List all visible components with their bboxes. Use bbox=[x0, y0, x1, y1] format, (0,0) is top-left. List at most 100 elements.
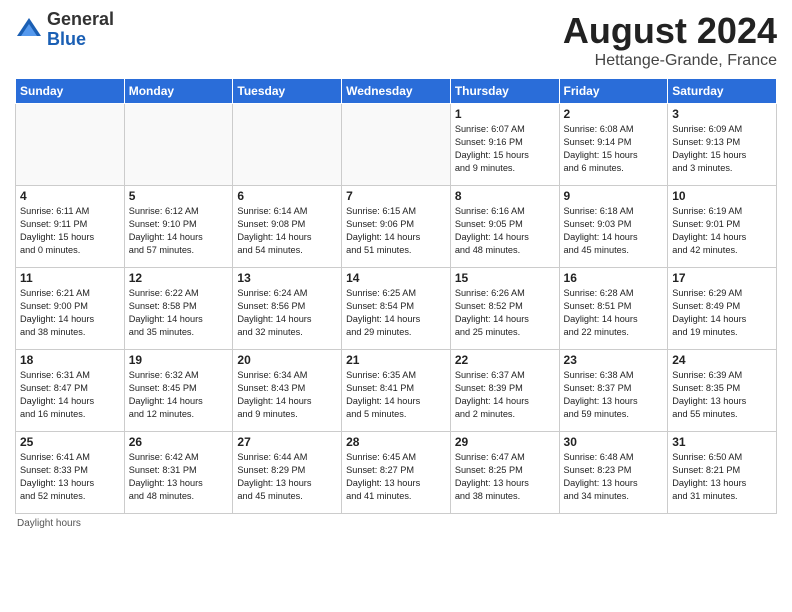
calendar-cell: 12 Sunrise: 6:22 AM Sunset: 8:58 PM Dayli… bbox=[124, 268, 233, 350]
day-info: Sunrise: 6:09 AM Sunset: 9:13 PM Dayligh… bbox=[672, 123, 772, 175]
main-title: August 2024 bbox=[563, 10, 777, 52]
day-number: 7 bbox=[346, 189, 446, 203]
calendar-cell: 5Sunrise: 6:12 AM Sunset: 9:10 PM Daylig… bbox=[124, 186, 233, 268]
calendar-header-friday: Friday bbox=[559, 79, 668, 104]
day-number: 23 bbox=[564, 353, 664, 367]
subtitle: Hettange-Grande, France bbox=[563, 52, 777, 70]
calendar-week-3: 11 Sunrise: 6:21 AM Sunset: 9:00 PM Dayli… bbox=[16, 268, 777, 350]
day-number: 3 bbox=[672, 107, 772, 121]
day-info: Sunrise: 6:15 AM Sunset: 9:06 PM Dayligh… bbox=[346, 205, 446, 257]
calendar-cell: 22 Sunrise: 6:37 AM Sunset: 8:39 PM Dayli… bbox=[450, 350, 559, 432]
day-number: 24 bbox=[672, 353, 772, 367]
day-info: Sunrise: 6:35 AM Sunset: 8:41 PM Dayligh… bbox=[346, 369, 446, 421]
calendar-cell: 25Sunrise: 6:41 AM Sunset: 8:33 PM Dayli… bbox=[16, 432, 125, 514]
day-number: 2 bbox=[564, 107, 664, 121]
day-number: 1 bbox=[455, 107, 555, 121]
calendar-header-tuesday: Tuesday bbox=[233, 79, 342, 104]
calendar-cell: 31 Sunrise: 6:50 AM Sunset: 8:21 PM Dayli… bbox=[668, 432, 777, 514]
calendar-cell: 13Sunrise: 6:24 AM Sunset: 8:56 PM Dayli… bbox=[233, 268, 342, 350]
day-info: Sunrise: 6:14 AM Sunset: 9:08 PM Dayligh… bbox=[237, 205, 337, 257]
day-number: 5 bbox=[129, 189, 229, 203]
calendar-cell bbox=[16, 104, 125, 186]
day-number: 31 bbox=[672, 435, 772, 449]
day-number: 14 bbox=[346, 271, 446, 285]
day-info: Sunrise: 6:41 AM Sunset: 8:33 PM Dayligh… bbox=[20, 451, 120, 503]
calendar-table: SundayMondayTuesdayWednesdayThursdayFrid… bbox=[15, 78, 777, 514]
calendar-week-5: 25Sunrise: 6:41 AM Sunset: 8:33 PM Dayli… bbox=[16, 432, 777, 514]
calendar-cell bbox=[233, 104, 342, 186]
day-info: Sunrise: 6:25 AM Sunset: 8:54 PM Dayligh… bbox=[346, 287, 446, 339]
day-info: Sunrise: 6:50 AM Sunset: 8:21 PM Dayligh… bbox=[672, 451, 772, 503]
calendar-header-sunday: Sunday bbox=[16, 79, 125, 104]
day-info: Sunrise: 6:28 AM Sunset: 8:51 PM Dayligh… bbox=[564, 287, 664, 339]
calendar-cell: 15 Sunrise: 6:26 AM Sunset: 8:52 PM Dayli… bbox=[450, 268, 559, 350]
day-info: Sunrise: 6:39 AM Sunset: 8:35 PM Dayligh… bbox=[672, 369, 772, 421]
calendar-cell: 23 Sunrise: 6:38 AM Sunset: 8:37 PM Dayli… bbox=[559, 350, 668, 432]
calendar-cell: 24 Sunrise: 6:39 AM Sunset: 8:35 PM Dayli… bbox=[668, 350, 777, 432]
day-info: Sunrise: 6:19 AM Sunset: 9:01 PM Dayligh… bbox=[672, 205, 772, 257]
calendar-cell: 27Sunrise: 6:44 AM Sunset: 8:29 PM Dayli… bbox=[233, 432, 342, 514]
calendar-cell: 17Sunrise: 6:29 AM Sunset: 8:49 PM Dayli… bbox=[668, 268, 777, 350]
calendar-cell: 30 Sunrise: 6:48 AM Sunset: 8:23 PM Dayli… bbox=[559, 432, 668, 514]
calendar-cell bbox=[124, 104, 233, 186]
day-number: 19 bbox=[129, 353, 229, 367]
calendar-cell: 28Sunrise: 6:45 AM Sunset: 8:27 PM Dayli… bbox=[342, 432, 451, 514]
calendar-cell: 6 Sunrise: 6:14 AM Sunset: 9:08 PM Daylig… bbox=[233, 186, 342, 268]
day-number: 15 bbox=[455, 271, 555, 285]
day-number: 30 bbox=[564, 435, 664, 449]
day-info: Sunrise: 6:22 AM Sunset: 8:58 PM Dayligh… bbox=[129, 287, 229, 339]
calendar-cell: 4Sunrise: 6:11 AM Sunset: 9:11 PM Daylig… bbox=[16, 186, 125, 268]
day-number: 12 bbox=[129, 271, 229, 285]
day-number: 27 bbox=[237, 435, 337, 449]
calendar-cell: 8 Sunrise: 6:16 AM Sunset: 9:05 PM Daylig… bbox=[450, 186, 559, 268]
calendar-cell: 16 Sunrise: 6:28 AM Sunset: 8:51 PM Dayli… bbox=[559, 268, 668, 350]
day-info: Sunrise: 6:38 AM Sunset: 8:37 PM Dayligh… bbox=[564, 369, 664, 421]
day-info: Sunrise: 6:34 AM Sunset: 8:43 PM Dayligh… bbox=[237, 369, 337, 421]
calendar-cell: 20 Sunrise: 6:34 AM Sunset: 8:43 PM Dayli… bbox=[233, 350, 342, 432]
day-info: Sunrise: 6:16 AM Sunset: 9:05 PM Dayligh… bbox=[455, 205, 555, 257]
day-number: 21 bbox=[346, 353, 446, 367]
calendar-cell: 3 Sunrise: 6:09 AM Sunset: 9:13 PM Daylig… bbox=[668, 104, 777, 186]
calendar-header-row: SundayMondayTuesdayWednesdayThursdayFrid… bbox=[16, 79, 777, 104]
day-number: 11 bbox=[20, 271, 120, 285]
calendar-week-1: 1Sunrise: 6:07 AM Sunset: 9:16 PM Daylig… bbox=[16, 104, 777, 186]
day-info: Sunrise: 6:08 AM Sunset: 9:14 PM Dayligh… bbox=[564, 123, 664, 175]
day-info: Sunrise: 6:47 AM Sunset: 8:25 PM Dayligh… bbox=[455, 451, 555, 503]
day-info: Sunrise: 6:26 AM Sunset: 8:52 PM Dayligh… bbox=[455, 287, 555, 339]
day-number: 10 bbox=[672, 189, 772, 203]
day-info: Sunrise: 6:42 AM Sunset: 8:31 PM Dayligh… bbox=[129, 451, 229, 503]
day-number: 22 bbox=[455, 353, 555, 367]
calendar-cell: 19 Sunrise: 6:32 AM Sunset: 8:45 PM Dayli… bbox=[124, 350, 233, 432]
calendar-cell: 10 Sunrise: 6:19 AM Sunset: 9:01 PM Dayli… bbox=[668, 186, 777, 268]
day-info: Sunrise: 6:45 AM Sunset: 8:27 PM Dayligh… bbox=[346, 451, 446, 503]
calendar-cell: 11 Sunrise: 6:21 AM Sunset: 9:00 PM Dayli… bbox=[16, 268, 125, 350]
day-info: Sunrise: 6:32 AM Sunset: 8:45 PM Dayligh… bbox=[129, 369, 229, 421]
day-info: Sunrise: 6:31 AM Sunset: 8:47 PM Dayligh… bbox=[20, 369, 120, 421]
calendar-cell: 21 Sunrise: 6:35 AM Sunset: 8:41 PM Dayli… bbox=[342, 350, 451, 432]
calendar-header-wednesday: Wednesday bbox=[342, 79, 451, 104]
calendar-header-monday: Monday bbox=[124, 79, 233, 104]
day-info: Sunrise: 6:21 AM Sunset: 9:00 PM Dayligh… bbox=[20, 287, 120, 339]
calendar-cell: 14 Sunrise: 6:25 AM Sunset: 8:54 PM Dayli… bbox=[342, 268, 451, 350]
calendar-cell: 29 Sunrise: 6:47 AM Sunset: 8:25 PM Dayli… bbox=[450, 432, 559, 514]
logo-text: General Blue bbox=[47, 10, 114, 50]
day-number: 8 bbox=[455, 189, 555, 203]
page: General Blue August 2024 Hettange-Grande… bbox=[0, 0, 792, 612]
calendar-header-thursday: Thursday bbox=[450, 79, 559, 104]
day-number: 4 bbox=[20, 189, 120, 203]
calendar-cell: 7 Sunrise: 6:15 AM Sunset: 9:06 PM Daylig… bbox=[342, 186, 451, 268]
day-number: 20 bbox=[237, 353, 337, 367]
footer-note: Daylight hours bbox=[15, 518, 777, 529]
calendar-header-saturday: Saturday bbox=[668, 79, 777, 104]
calendar-cell: 26 Sunrise: 6:42 AM Sunset: 8:31 PM Dayli… bbox=[124, 432, 233, 514]
day-info: Sunrise: 6:29 AM Sunset: 8:49 PM Dayligh… bbox=[672, 287, 772, 339]
day-info: Sunrise: 6:48 AM Sunset: 8:23 PM Dayligh… bbox=[564, 451, 664, 503]
day-number: 6 bbox=[237, 189, 337, 203]
day-number: 26 bbox=[129, 435, 229, 449]
day-info: Sunrise: 6:37 AM Sunset: 8:39 PM Dayligh… bbox=[455, 369, 555, 421]
day-number: 9 bbox=[564, 189, 664, 203]
day-number: 29 bbox=[455, 435, 555, 449]
day-number: 16 bbox=[564, 271, 664, 285]
calendar-cell bbox=[342, 104, 451, 186]
title-block: August 2024 Hettange-Grande, France bbox=[563, 10, 777, 70]
